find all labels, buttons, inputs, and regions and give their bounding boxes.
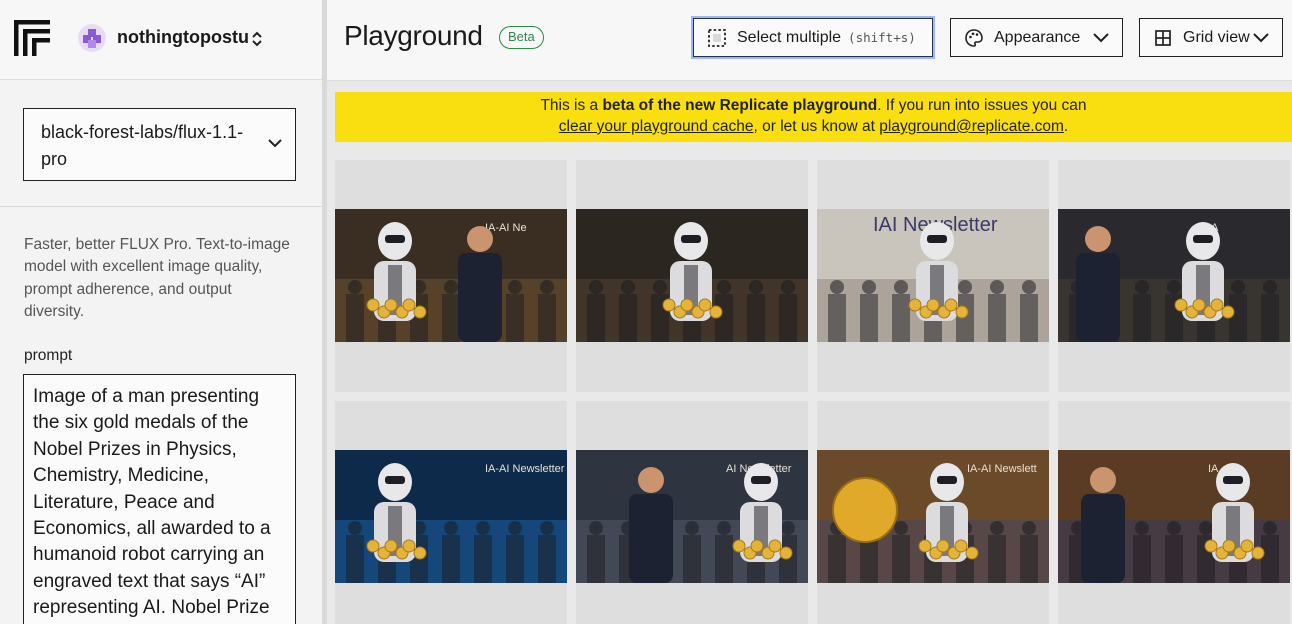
page-title: Playground bbox=[344, 20, 483, 51]
chevron-down-icon bbox=[1093, 33, 1109, 43]
generated-image[interactable]: IA-AI Ne bbox=[335, 209, 567, 342]
model-select[interactable]: black-forest-labs/flux-1.1-pro bbox=[23, 108, 296, 181]
select-multiple-button[interactable]: Select multiple (shift+s) bbox=[693, 18, 933, 57]
beta-badge: Beta bbox=[499, 26, 544, 49]
palette-icon bbox=[965, 28, 983, 47]
clear-cache-link[interactable]: clear your playground cache bbox=[559, 118, 754, 135]
generated-image-tile[interactable]: IA bbox=[1058, 160, 1290, 392]
avatar-icon[interactable] bbox=[78, 24, 106, 52]
banner-text: This is a bbox=[540, 97, 603, 114]
prompt-label: prompt bbox=[24, 347, 73, 364]
chevron-up-down-icon[interactable] bbox=[250, 29, 264, 49]
svg-text:IA-AI Ne: IA-AI Ne bbox=[485, 222, 527, 234]
chevron-down-icon bbox=[268, 139, 282, 148]
svg-text:IA-AI Newsletter: IA-AI Newsletter bbox=[485, 463, 565, 475]
replicate-logo-icon[interactable] bbox=[14, 20, 50, 56]
grid-view-label: Grid view bbox=[1183, 28, 1250, 46]
appearance-button[interactable]: Appearance bbox=[950, 18, 1123, 57]
generated-image[interactable] bbox=[576, 209, 808, 342]
model-description: Faster, better FLUX Pro. Text-to-image m… bbox=[24, 236, 290, 320]
generated-image-tile[interactable]: IAI Newsletter bbox=[817, 160, 1049, 392]
main-body: This is a beta of the new Replicate play… bbox=[327, 81, 1292, 624]
generated-image-tile[interactable]: AI Newsletter bbox=[576, 401, 808, 624]
generated-image[interactable]: IAI Newsletter bbox=[817, 209, 1049, 342]
sidebar: nothingtopostu black-forest-labs/flux-1.… bbox=[0, 0, 322, 624]
model-name: black-forest-labs/flux-1.1-pro bbox=[41, 122, 244, 169]
banner-text: , or let us know at bbox=[753, 118, 880, 135]
grid-view-button[interactable]: Grid view bbox=[1139, 18, 1283, 57]
email-link[interactable]: playground@replicate.com bbox=[879, 118, 1064, 135]
sidebar-header: nothingtopostu bbox=[0, 0, 322, 80]
model-section: black-forest-labs/flux-1.1-pro bbox=[0, 81, 322, 207]
generated-image-tile[interactable]: IA-AI Newslett bbox=[817, 401, 1049, 624]
svg-text:IA: IA bbox=[1208, 463, 1219, 475]
generated-image[interactable]: AI Newsletter bbox=[576, 450, 808, 583]
select-multiple-label: Select multiple bbox=[737, 28, 842, 46]
generated-image-tile[interactable]: IA-AI Newsletter bbox=[335, 401, 567, 624]
appearance-label: Appearance bbox=[994, 28, 1081, 46]
banner-bold-text: beta of the new Replicate playground bbox=[602, 97, 878, 114]
chevron-down-icon bbox=[1253, 33, 1269, 43]
generated-image-tile[interactable]: IA-AI Ne bbox=[335, 160, 567, 392]
generated-image[interactable]: IA-AI Newslett bbox=[817, 450, 1049, 583]
org-name[interactable]: nothingtopostu bbox=[117, 27, 249, 48]
banner-text: . bbox=[1063, 118, 1069, 135]
beta-banner: This is a beta of the new Replicate play… bbox=[335, 92, 1292, 142]
generated-image[interactable]: IA-AI Newsletter bbox=[335, 450, 567, 583]
banner-text: . If you run into issues you can bbox=[877, 97, 1087, 114]
generated-image[interactable]: IA bbox=[1058, 450, 1290, 583]
generated-image-tile[interactable] bbox=[576, 160, 808, 392]
main-header: Playground Beta Select multiple (shift+s… bbox=[327, 0, 1292, 81]
dashed-selection-icon bbox=[708, 28, 726, 47]
svg-text:IA-AI Newslett: IA-AI Newslett bbox=[967, 463, 1037, 475]
generated-image[interactable]: IA bbox=[1058, 209, 1290, 342]
select-multiple-shortcut: (shift+s) bbox=[848, 30, 916, 45]
grid-icon bbox=[1155, 29, 1171, 46]
prompt-input[interactable]: Image of a man presenting the six gold m… bbox=[23, 374, 296, 624]
generated-image-tile[interactable]: IA bbox=[1058, 401, 1290, 624]
